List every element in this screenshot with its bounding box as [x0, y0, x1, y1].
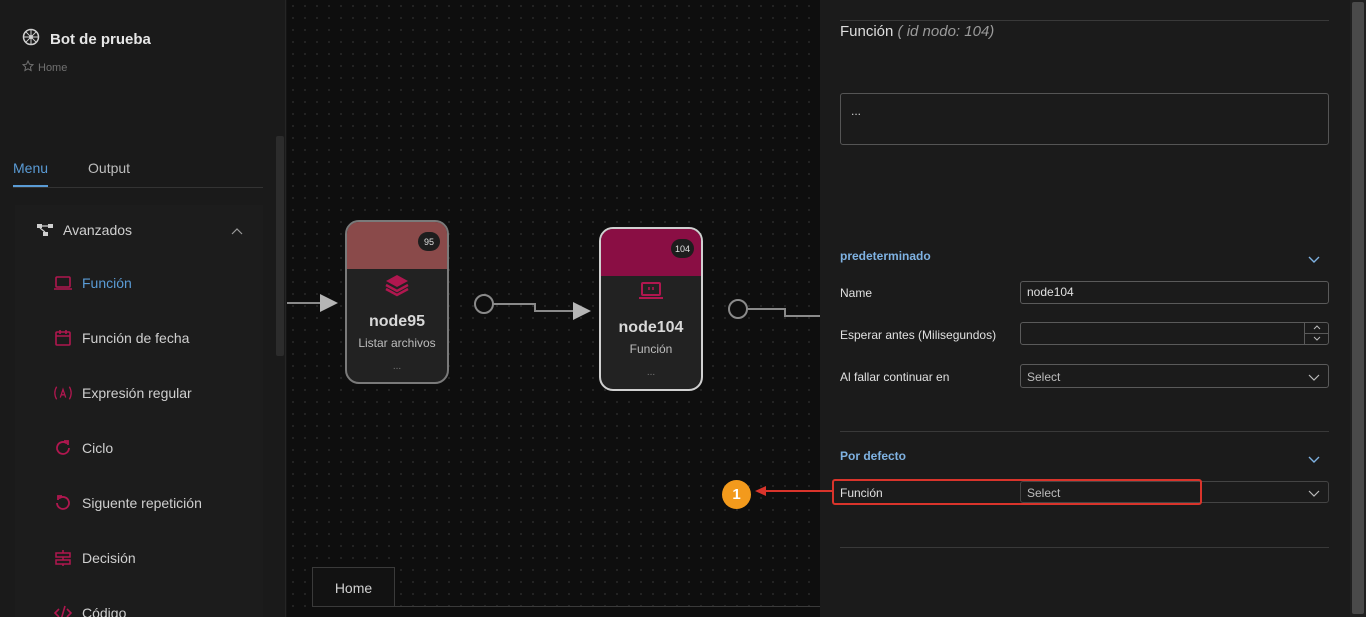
menu-item-funcion-fecha[interactable]: Función de fecha [15, 310, 263, 365]
menu-item-codigo[interactable]: Código [15, 585, 263, 617]
loop-icon [53, 438, 73, 458]
menu-item-label: Función de fecha [82, 329, 190, 346]
laptop-icon [53, 273, 73, 293]
node-header: 95 [347, 222, 447, 269]
panel-title-text: Función [840, 23, 894, 40]
name-field[interactable]: node104 [1020, 281, 1329, 304]
tab-home[interactable]: Home [312, 567, 395, 607]
number-stepper[interactable] [1304, 323, 1328, 344]
section-por-defecto[interactable]: Por defecto [840, 449, 906, 463]
flow-node-104[interactable]: 104 node104 Función ... [599, 227, 703, 391]
description-textarea[interactable] [840, 93, 1329, 145]
annotation-arrow [755, 486, 832, 496]
brand-title: Bot de prueba [50, 31, 151, 48]
chevron-down-icon [1308, 487, 1320, 501]
arrow-icon [320, 294, 338, 312]
menu-item-label: Código [82, 604, 127, 617]
node-subtitle: Función [629, 342, 673, 356]
node-title: node95 [368, 313, 425, 330]
menu-item-label: Decisión [82, 549, 136, 566]
menu-item-ciclo[interactable]: Ciclo [15, 420, 263, 475]
breadcrumb-home[interactable]: Home [38, 62, 67, 74]
sidebar-tabs: Menu Output [13, 150, 263, 188]
menu-group-avanzados[interactable]: Avanzados [15, 205, 263, 255]
chevron-up-icon[interactable] [231, 222, 243, 238]
tab-divider [312, 606, 820, 607]
share-nodes-icon [35, 220, 55, 240]
node-more: ... [392, 361, 402, 372]
divider [840, 20, 1329, 21]
highlight-box [832, 479, 1202, 505]
tab-menu[interactable]: Menu [13, 150, 49, 187]
code-icon [53, 603, 73, 617]
panel-title: Función ( id nodo: 104) [840, 23, 994, 40]
decision-icon [53, 548, 73, 568]
divider [840, 431, 1329, 432]
name-value: node104 [1027, 285, 1074, 299]
regex-icon [53, 383, 73, 403]
calendar-icon [53, 328, 73, 348]
section-predeterminado[interactable]: predeterminado [840, 249, 931, 263]
wait-number-field[interactable] [1020, 322, 1329, 345]
divider [840, 547, 1329, 548]
properties-panel: Función ( id nodo: 104) predeterminado N… [820, 0, 1350, 617]
node-more: ... [646, 367, 656, 378]
chevron-down-icon[interactable] [1308, 451, 1320, 469]
node-subtitle: Listar archivos [358, 336, 436, 350]
node-header: 104 [601, 229, 701, 276]
node-badge: 95 [418, 232, 440, 251]
output-port [728, 299, 748, 319]
chevron-down-icon[interactable] [1308, 251, 1320, 269]
scrollbar-thumb[interactable] [1352, 2, 1364, 614]
menu-item-label: Ciclo [82, 439, 114, 456]
sidebar-scrollbar[interactable] [276, 136, 284, 356]
arrow-icon [573, 302, 591, 320]
brand: Bot de prueba [22, 28, 151, 51]
flow-canvas[interactable]: 95 node95 Listar archivos ... 104 node10… [287, 0, 820, 617]
name-label: Name [840, 286, 873, 300]
output-port [474, 294, 494, 314]
app-window: Bot de prueba Home Menu Output Avanzados [0, 0, 1366, 617]
star-icon [21, 59, 35, 75]
fail-label: Al fallar continuar en [840, 370, 950, 384]
laptop-icon [638, 281, 664, 306]
flow-node-95[interactable]: 95 node95 Listar archivos ... [345, 220, 449, 384]
menu-item-label: Expresión regular [82, 384, 192, 401]
fail-select[interactable]: Select [1020, 364, 1329, 388]
node-title: node104 [618, 319, 684, 336]
chevron-down-icon [1308, 371, 1320, 385]
annotation-callout: 1 [722, 480, 751, 509]
menu-item-label: Función [82, 274, 132, 291]
fail-select-value: Select [1027, 370, 1061, 384]
menu-item-label: Siguente repetición [82, 494, 202, 511]
menu-item-expresion-regular[interactable]: Expresión regular [15, 365, 263, 420]
wheel-icon [22, 28, 40, 51]
undo-icon [53, 493, 73, 513]
menu-item-decision[interactable]: Decisión [15, 530, 263, 585]
panel-title-id: ( id nodo: 104) [897, 23, 995, 40]
sidebar: Bot de prueba Home Menu Output Avanzados [0, 0, 286, 617]
wait-label: Esperar antes (Milisegundos) [840, 328, 997, 342]
layers-icon [384, 273, 410, 302]
node-badge: 104 [670, 239, 694, 258]
tab-output[interactable]: Output [88, 150, 130, 187]
menu-group-label: Avanzados [63, 222, 133, 238]
menu-item-siguente-repeticion[interactable]: Siguente repetición [15, 475, 263, 530]
stepper-up-icon[interactable] [1305, 323, 1328, 334]
breadcrumb[interactable]: Home [21, 59, 67, 75]
menu-item-funcion[interactable]: Función [15, 255, 263, 310]
node-menu: Avanzados Función Función de fecha Expre… [15, 205, 263, 617]
stepper-down-icon[interactable] [1305, 334, 1328, 345]
